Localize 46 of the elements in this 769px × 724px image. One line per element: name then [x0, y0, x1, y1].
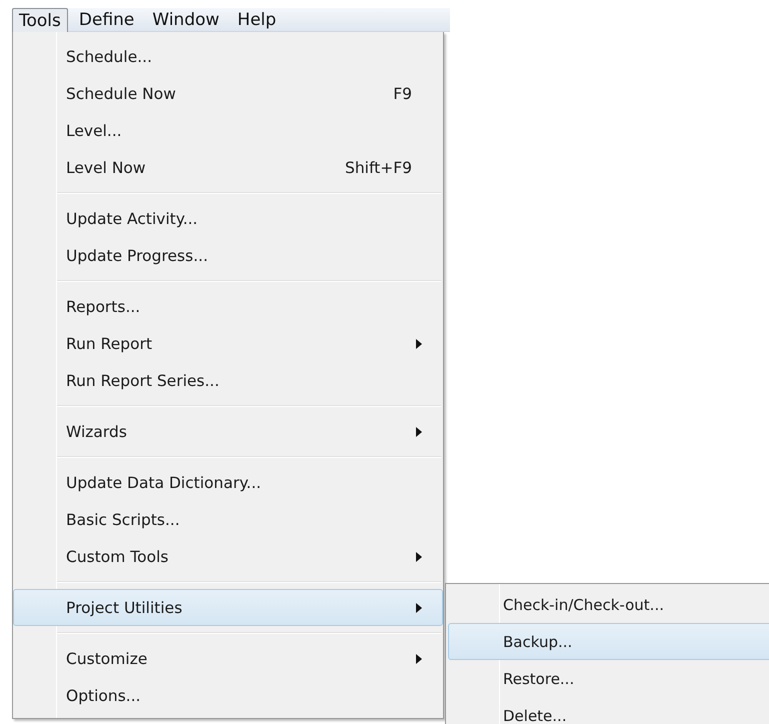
menu-item-label: Backup...: [503, 632, 572, 650]
menu-item[interactable]: Customize: [13, 640, 443, 677]
menu-bar-item[interactable]: Define: [72, 8, 142, 32]
menu-item[interactable]: Level...: [13, 112, 443, 149]
menu-item-label: Level...: [66, 122, 122, 140]
menu-item[interactable]: Level Now Shift+F9: [13, 149, 443, 186]
menu-item-label: Customize: [66, 650, 148, 668]
menu-item-label: Restore...: [503, 670, 574, 688]
menu-item-label: Project Utilities: [66, 598, 182, 616]
menu-bar-item[interactable]: Tools: [12, 8, 68, 32]
menu-item-label: Run Report Series...: [66, 372, 220, 390]
menu-item-label: Delete...: [503, 706, 567, 724]
shortcut-text: Shift+F9: [345, 158, 412, 176]
shortcut-text: F9: [393, 84, 412, 102]
menu-item[interactable]: Schedule...: [13, 38, 443, 75]
menu-item[interactable]: Options...: [13, 677, 443, 714]
menu-item-label: Custom Tools: [66, 548, 168, 566]
menu-item-label: Wizards: [66, 422, 127, 440]
menu-item-label: Check-in/Check-out...: [503, 596, 664, 614]
menu-item[interactable]: Custom Tools: [13, 538, 443, 575]
menu-item-label: Run Report: [66, 334, 152, 352]
menu-item-label: Level Now: [66, 158, 146, 176]
menu-bar-item[interactable]: Help: [230, 8, 284, 32]
menu-item[interactable]: Reports...: [13, 288, 443, 325]
menu-item-label: Schedule Now: [66, 84, 176, 102]
menu-item[interactable]: Delete...: [448, 697, 769, 724]
menu-item-label: Basic Scripts...: [66, 510, 180, 528]
menu-item-label: Reports...: [66, 298, 140, 316]
menu-item[interactable]: Run Report: [13, 325, 443, 362]
menu-item[interactable]: Check-in/Check-out...: [448, 586, 769, 623]
menu-item-label: Update Data Dictionary...: [66, 474, 262, 492]
menu-bar-item[interactable]: Window: [145, 8, 226, 32]
menu-item[interactable]: Backup...: [448, 623, 769, 660]
menu-item[interactable]: Wizards: [13, 413, 443, 450]
menu-item[interactable]: Project Utilities: [13, 589, 443, 626]
menu-item[interactable]: Restore...: [448, 660, 769, 697]
menu-item[interactable]: Schedule Now F9: [13, 75, 443, 112]
menu-item[interactable]: Update Data Dictionary...: [13, 464, 443, 501]
menu-item-label: Options...: [66, 686, 141, 704]
menu-item[interactable]: Basic Scripts...: [13, 501, 443, 538]
menu-item[interactable]: Update Progress...: [13, 237, 443, 274]
menu-item[interactable]: Run Report Series...: [13, 362, 443, 399]
menu-item[interactable]: Update Activity...: [13, 200, 443, 237]
menu-item-label: Update Activity...: [66, 210, 198, 228]
menu-item-label: Update Progress...: [66, 246, 208, 264]
menu-item-label: Schedule...: [66, 48, 152, 66]
